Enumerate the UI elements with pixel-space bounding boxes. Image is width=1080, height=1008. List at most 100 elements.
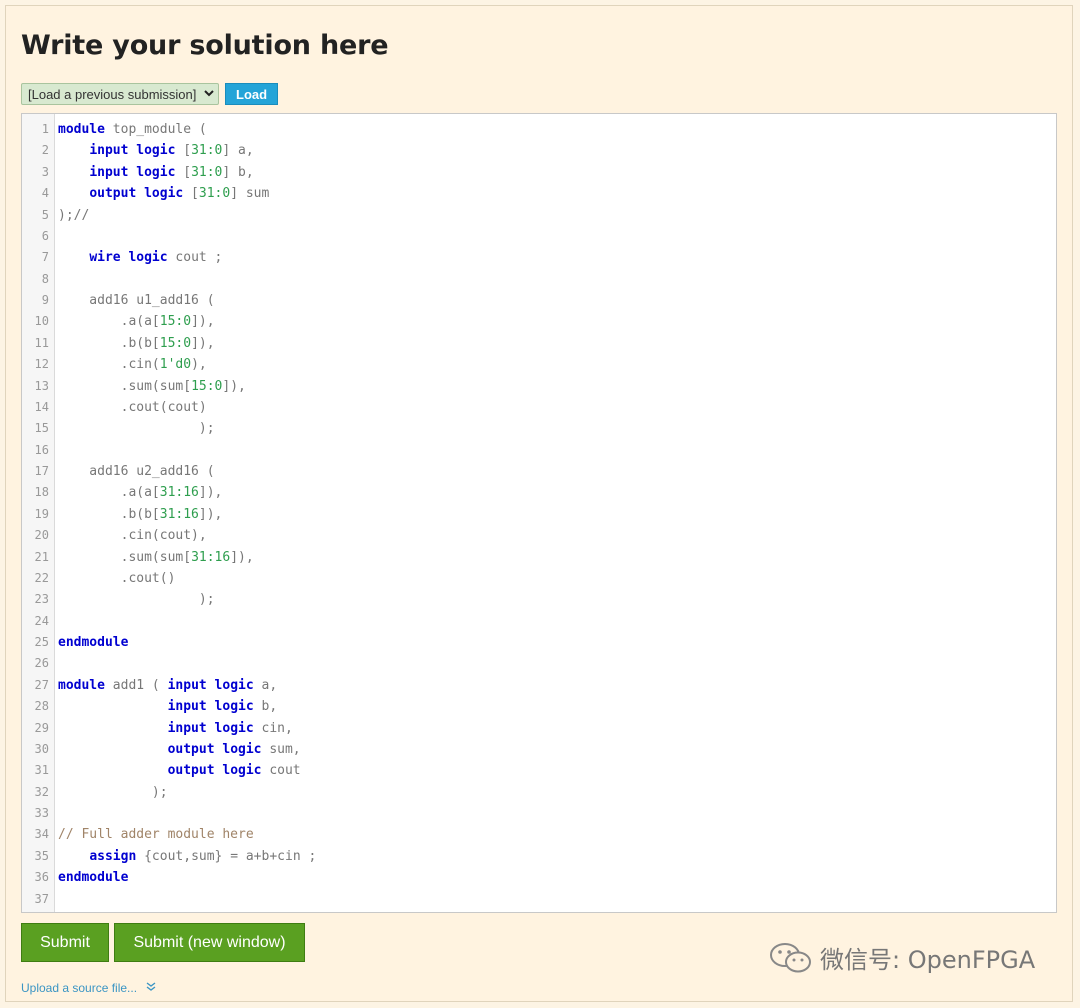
line-number: 21 (34, 549, 49, 564)
code-line[interactable]: 24 (22, 611, 1056, 632)
code-editor[interactable]: 1 module top_module (2 input logic [31:0]… (21, 113, 1057, 913)
text-token: .cout() (58, 570, 176, 586)
line-number: 3 (41, 164, 49, 179)
code-line[interactable]: 26 (22, 653, 1056, 674)
code-line[interactable]: 10 .a(a[15:0]), (22, 311, 1056, 332)
line-number: 4 (41, 186, 49, 201)
text-token: .cin(cout), (58, 528, 207, 544)
code-line[interactable]: 35 assign {cout,sum} = a+b+cin ; (22, 846, 1056, 867)
line-number: 19 (34, 506, 49, 521)
code-line[interactable]: 13 .sum(sum[15:0]), (22, 376, 1056, 397)
line-number: 20 (34, 528, 49, 543)
previous-submission-select[interactable]: [Load a previous submission] (21, 83, 219, 105)
code-text: assign {cout,sum} = a+b+cin ; (58, 846, 316, 867)
line-number: 34 (34, 827, 49, 842)
number-token: 15:0 (159, 314, 192, 330)
text-token: [ (175, 143, 192, 159)
number-token: 31:16 (191, 549, 231, 565)
text-token: .cout(cout) (58, 399, 207, 415)
code-line[interactable]: 16 (22, 440, 1056, 461)
line-number: 8 (41, 271, 49, 286)
text-token: ]), (191, 314, 215, 330)
keyword-token: module (58, 122, 105, 137)
line-number: 14 (34, 399, 49, 414)
keyword-token: module (58, 677, 105, 693)
number-token: 15:0 (191, 378, 223, 394)
keyword-token: output logic (167, 763, 262, 779)
code-line[interactable]: 30 output logic sum, (22, 739, 1056, 760)
load-button[interactable]: Load (225, 83, 279, 105)
code-text: ); (58, 589, 215, 610)
line-number: 28 (34, 699, 49, 714)
line-number: 22 (34, 570, 49, 585)
code-text: add16 u1_add16 ( (58, 290, 214, 311)
text-token: sum, (261, 741, 301, 757)
code-line[interactable]: 28 input logic b, (22, 696, 1056, 717)
code-line[interactable]: 7 wire logic cout ; (22, 247, 1056, 268)
code-line[interactable]: 6 (22, 226, 1056, 247)
line-number: 25 (34, 635, 49, 649)
code-line[interactable]: 34 // Full adder module here (22, 824, 1056, 845)
code-line[interactable]: 36 endmodule (22, 867, 1056, 888)
code-line[interactable]: 17 add16 u2_add16 ( (22, 461, 1056, 482)
code-line[interactable]: 27 module add1 ( input logic a, (22, 675, 1056, 696)
code-line[interactable]: 12 .cin(1'd0), (22, 354, 1056, 375)
code-line[interactable]: 22 .cout() (22, 568, 1056, 589)
code-line[interactable]: 33 (22, 803, 1056, 824)
keyword-token: input logic (167, 720, 254, 736)
line-number: 33 (34, 806, 49, 820)
code-line[interactable]: 29 input logic cin, (22, 718, 1056, 739)
code-line[interactable]: 11 .b(b[15:0]), (22, 333, 1056, 354)
text-token: );// (58, 207, 90, 223)
code-line[interactable]: 4 output logic [31:0] sum (22, 183, 1056, 204)
line-number: 7 (41, 250, 49, 265)
code-line[interactable]: 5 );// (22, 205, 1056, 226)
code-line[interactable]: 8 (22, 269, 1056, 290)
code-line[interactable]: 15 ); (22, 418, 1056, 439)
keyword-token: input logic (89, 164, 176, 180)
code-line[interactable]: 2 input logic [31:0] a, (22, 140, 1056, 161)
page-title: Write your solution here (21, 30, 389, 61)
code-lines[interactable]: 1 module top_module (2 input logic [31:0]… (22, 119, 1056, 910)
code-line[interactable]: 9 add16 u1_add16 ( (22, 290, 1056, 311)
text-token: ]), (230, 549, 254, 565)
upload-source-file-link[interactable]: Upload a source file... (21, 981, 156, 995)
code-line[interactable]: 21 .sum(sum[31:16]), (22, 547, 1056, 568)
line-number: 17 (34, 464, 49, 478)
submit-button[interactable]: Submit (21, 923, 109, 962)
comment-token: // Full adder module here (58, 827, 254, 843)
code-text: .a(a[31:16]), (58, 482, 223, 503)
code-line[interactable]: 18 .a(a[31:16]), (22, 482, 1056, 503)
code-line[interactable]: 19 .b(b[31:16]), (22, 504, 1056, 525)
code-line[interactable]: 37 (22, 889, 1056, 910)
code-text: .cout(cout) (58, 397, 207, 418)
line-number: 18 (34, 485, 49, 500)
code-line[interactable]: 20 .cin(cout), (22, 525, 1056, 546)
code-text: output logic cout (58, 760, 301, 781)
line-number: 15 (34, 421, 49, 436)
code-line[interactable]: 3 input logic [31:0] b, (22, 162, 1056, 183)
code-text: .b(b[15:0]), (58, 333, 215, 354)
keyword-token: endmodule (58, 635, 129, 650)
number-token: 31:16 (159, 506, 199, 522)
code-text: ); (58, 782, 168, 803)
code-text: );// (58, 205, 89, 226)
code-text: output logic sum, (58, 739, 301, 760)
line-number: 5 (41, 207, 49, 222)
code-line[interactable]: 25 endmodule (22, 632, 1056, 653)
submit-new-window-button[interactable]: Submit (new window) (114, 923, 305, 962)
code-line[interactable]: 23 ); (22, 589, 1056, 610)
line-number: 12 (34, 357, 49, 372)
code-line[interactable]: 1 module top_module ( (22, 119, 1056, 140)
code-line[interactable]: 32 ); (22, 782, 1056, 803)
code-line[interactable]: 31 output logic cout (22, 760, 1056, 781)
text-token: add16 u2_add16 ( (58, 464, 215, 479)
code-line[interactable]: 14 .cout(cout) (22, 397, 1056, 418)
text-token: ] sum (230, 186, 270, 202)
text-token: .sum(sum[ (58, 378, 192, 394)
